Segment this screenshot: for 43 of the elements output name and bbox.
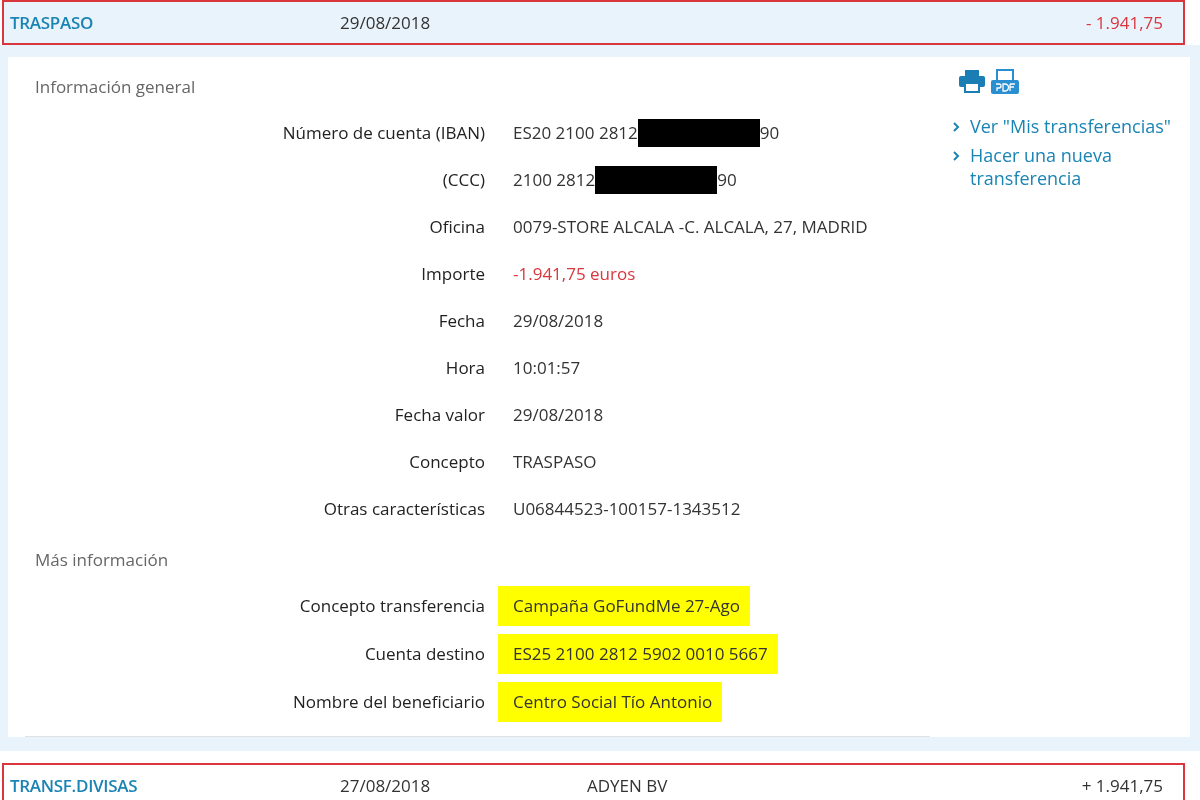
- field-label: Número de cuenta (IBAN): [282, 121, 485, 144]
- field-value: 29/08/2018: [513, 309, 604, 333]
- link[interactable]: Ver "Mis transferencias": [952, 115, 1172, 138]
- field-label: Fecha valor: [394, 403, 485, 426]
- field-label: Concepto: [409, 450, 485, 473]
- field-label: Fecha: [438, 309, 485, 332]
- movement-title[interactable]: TRANSF.DIVISAS: [4, 774, 340, 797]
- movement-description: ADYEN BV: [587, 774, 669, 797]
- movement-amount: - 1.941,75: [1085, 11, 1164, 34]
- field-value: Campaña GoFundMe 27-Ago: [498, 586, 750, 626]
- field-label: Importe: [421, 262, 485, 285]
- movement-date: 27/08/2018: [340, 774, 432, 797]
- field-value: 29/08/2018: [513, 403, 604, 427]
- movement-title[interactable]: TRASPASO: [4, 11, 340, 34]
- field-value: ES20 2100 2812: [513, 121, 638, 145]
- field-value: 90: [759, 121, 780, 145]
- pdf-icon[interactable]: [990, 69, 1020, 95]
- field-value: 2100 2812: [513, 168, 596, 192]
- movement-date: 29/08/2018: [340, 11, 432, 34]
- field-label: (CCC): [442, 168, 485, 191]
- field-label: Oficina: [429, 215, 485, 238]
- link[interactable]: Hacer una nueva transferencia: [952, 144, 1172, 190]
- field-value: ES25 2100 2812 5902 0010 5667: [498, 634, 778, 674]
- chevron-icon: [952, 151, 960, 161]
- print-icon[interactable]: [958, 69, 986, 93]
- movement-row[interactable]: TRANSF.DIVISAS 27/08/2018 ADYEN BV + 1.941,75: [2, 763, 1185, 800]
- field-value: -1.941,75 euros: [513, 262, 636, 286]
- movement-row[interactable]: TRASPASO 29/08/2018 - 1.941,75: [2, 0, 1185, 45]
- field-value: 10:01:57: [513, 356, 581, 380]
- section-title: Más información: [34, 548, 170, 573]
- field-value: 90: [717, 168, 737, 192]
- field-label: Otras características: [323, 497, 485, 520]
- chevron-icon: [952, 122, 960, 132]
- field-value: U06844523-100157-1343512: [513, 497, 741, 521]
- field-label: Hora: [445, 356, 485, 379]
- field-label: Cuenta destino: [364, 642, 485, 665]
- field-label: Concepto transferencia: [299, 594, 485, 617]
- field-value: TRASPASO: [513, 450, 597, 474]
- field-label: Nombre del beneficiario: [293, 690, 485, 713]
- field-value: Centro Social Tío Antonio: [498, 682, 723, 722]
- movement-amount: + 1.941,75: [1081, 774, 1164, 797]
- section-title: Información general: [34, 75, 197, 100]
- field-value: 0079-STORE ALCALA -C. ALCALA, 27, MADRID: [513, 215, 868, 239]
